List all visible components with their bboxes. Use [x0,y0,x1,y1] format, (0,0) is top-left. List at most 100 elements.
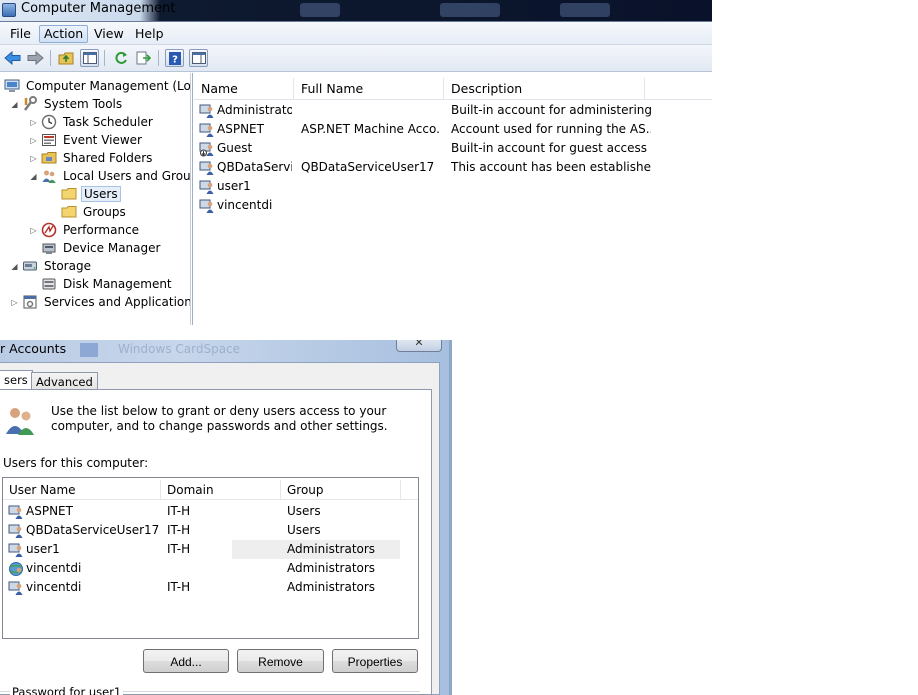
expanded-triangle-icon[interactable]: ◢ [10,262,19,271]
tree-node-performance[interactable]: ▷ Performance [29,221,141,239]
refresh-icon[interactable] [111,49,130,67]
menu-view[interactable]: View [89,25,129,43]
cell-group: Administrators [287,542,376,556]
close-button[interactable]: ✕ [396,340,442,352]
user-icon [199,122,215,138]
table-row-selected[interactable]: user1 IT-H Administrators [3,540,418,559]
collapsed-triangle-icon[interactable]: ▷ [10,298,19,307]
toolbar-separator [158,50,159,66]
cell-domain: IT-H [167,580,189,594]
pane-splitter[interactable] [192,73,193,325]
tree-node-label: Task Scheduler [63,115,153,129]
collapsed-triangle-icon[interactable]: ▷ [29,226,38,235]
taskbar-ghost [440,3,500,17]
expanded-triangle-icon[interactable]: ◢ [10,100,19,109]
collapsed-triangle-icon[interactable]: ▷ [29,154,38,163]
tree-node-computer-management[interactable]: Computer Management (Local [4,77,191,95]
column-header-full-name[interactable]: Full Name [294,78,444,100]
table-row[interactable]: ASPNET IT-H Users [3,502,418,521]
table-row[interactable]: vincentdi Administrators [3,559,418,578]
column-header-name[interactable]: Name [194,78,294,100]
disk-management-icon [41,276,57,292]
tree-node-users[interactable]: Users [61,185,121,203]
users-for-computer-list[interactable]: User Name Domain Group ASPNET IT-H Users… [2,477,419,639]
console-tree[interactable]: Computer Management (Local ◢ System Tool… [0,73,191,325]
cell-description [451,177,651,196]
tree-node-local-users-and-groups[interactable]: ◢ Local Users and Groups [29,167,191,185]
cell-name: vincentdi [217,198,273,212]
tree-node-task-scheduler[interactable]: ▷ Task Scheduler [29,113,155,131]
column-header-user-name[interactable]: User Name [3,480,161,500]
tree-node-label: Local Users and Groups [63,169,191,183]
tree-node-services-and-applications[interactable]: ▷ Services and Applications [10,293,191,311]
table-row[interactable]: QBDataServi... QBDataServiceUser17 This … [194,158,712,177]
menu-file[interactable]: File [5,25,36,43]
cell-group: Administrators [287,580,376,594]
computer-management-icon [4,78,20,94]
table-row[interactable]: user1 [194,177,712,196]
taskbar-ghost [300,3,340,17]
dialog-title-bar[interactable]: r Accounts Windows CardSpace ✕ [0,340,452,362]
cell-group: Users [287,504,321,518]
title-bar[interactable]: Computer Management [0,0,712,22]
tree-node-label: Shared Folders [63,151,153,165]
table-row[interactable]: QBDataServiceUser17 IT-H Users [3,521,418,540]
back-arrow-icon[interactable] [3,49,22,67]
toolbar-separator [50,50,51,66]
computer-management-icon [2,3,16,17]
menu-help[interactable]: Help [130,25,169,43]
toolbar-separator [104,50,105,66]
up-folder-icon[interactable] [56,49,75,67]
list-header: Name Full Name Description [194,78,712,100]
tree-node-system-tools[interactable]: ◢ System Tools [10,95,124,113]
export-list-icon[interactable] [134,49,153,67]
table-row[interactable]: vincentdi [194,196,712,215]
shared-folders-icon [41,150,57,166]
collapsed-triangle-icon[interactable]: ▷ [29,136,38,145]
tree-node-label: Disk Management [63,277,172,291]
table-row[interactable]: Guest Built-in account for guest access … [194,139,712,158]
toolbar: ? [0,45,712,72]
cell-user-name: vincentdi [26,580,82,594]
table-row[interactable]: vincentdi IT-H Administrators [3,578,418,597]
computer-management-window: Computer Management File Action View Hel… [0,0,712,325]
show-hide-action-pane-icon[interactable] [189,49,208,67]
tree-node-event-viewer[interactable]: ▷ Event Viewer [29,131,144,149]
tree-node-label: Services and Applications [44,295,191,309]
tree-node-groups[interactable]: Groups [61,203,128,221]
tree-node-storage[interactable]: ◢ Storage [10,257,93,275]
table-row[interactable]: ASPNET ASP.NET Machine Acco... Account u… [194,120,712,139]
cell-name: user1 [217,179,251,193]
svg-text:?: ? [172,54,178,65]
cell-domain: IT-H [167,504,189,518]
menu-action[interactable]: Action [39,25,89,43]
add-user-button[interactable]: Add... [143,649,229,673]
cell-user-name: ASPNET [26,504,73,518]
performance-icon [41,222,57,238]
services-applications-icon [22,294,38,310]
tree-node-label: Computer Management (Local [26,79,191,93]
tree-node-label: Users [81,186,121,202]
cell-domain: IT-H [167,542,189,556]
cell-full-name [301,139,441,158]
column-header-group[interactable]: Group [281,480,401,500]
user-icon [8,580,24,596]
collapsed-triangle-icon[interactable]: ▷ [29,118,38,127]
show-hide-console-tree-icon[interactable] [80,49,99,67]
users-list-view[interactable]: Name Full Name Description Administrator… [194,73,712,325]
cell-domain [167,559,189,578]
tree-node-device-manager[interactable]: Device Manager [41,239,162,257]
properties-button[interactable]: Properties [332,649,418,673]
expanded-triangle-icon[interactable]: ◢ [29,172,38,181]
tree-node-shared-folders[interactable]: ▷ Shared Folders [29,149,154,167]
cell-name: QBDataServi... [217,160,292,174]
table-row[interactable]: Administrator Built-in account for admin… [194,101,712,120]
cell-full-name [301,101,441,120]
column-header-domain[interactable]: Domain [161,480,281,500]
remove-user-button[interactable]: Remove [237,649,324,673]
column-header-description[interactable]: Description [444,78,645,100]
tab-users[interactable]: sers [0,370,33,390]
help-icon[interactable]: ? [165,49,184,67]
tree-node-disk-management[interactable]: Disk Management [41,275,174,293]
forward-arrow-icon[interactable] [26,49,45,67]
